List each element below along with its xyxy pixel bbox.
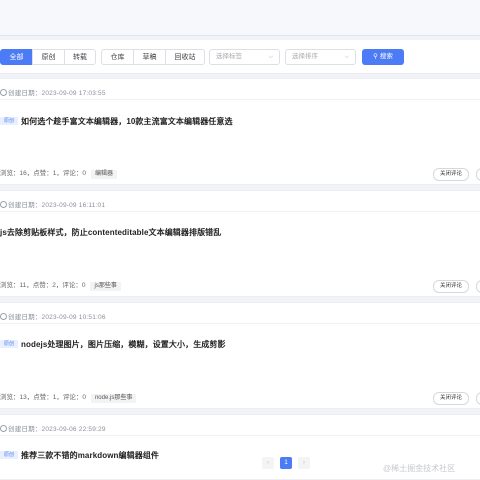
- divider: [0, 99, 480, 100]
- clock-icon: [0, 201, 7, 208]
- search-button-label: 搜索: [379, 53, 393, 60]
- date-label: 创建日期：: [8, 90, 42, 97]
- search-icon: ⚲: [373, 53, 378, 60]
- chevron-down-icon: ⌵: [268, 54, 273, 60]
- clock-icon: [0, 425, 7, 432]
- tab-drafts[interactable]: 草稿: [133, 49, 166, 65]
- stats-text: 浏览：16，点赞：1，评论：0: [0, 170, 86, 177]
- clock-icon: [0, 89, 7, 96]
- article-stats: 浏览：16，点赞：1，评论：0 编辑器: [0, 168, 117, 180]
- created-date: 创建日期：2023-09-09 16:11:01: [0, 199, 105, 209]
- article-tag[interactable]: 编辑器: [90, 170, 117, 179]
- chevron-down-icon: ⌵: [344, 54, 349, 60]
- page-1-button[interactable]: 1: [280, 457, 292, 469]
- date-label: 创建日期：: [8, 426, 42, 433]
- article-tag[interactable]: js那些事: [90, 282, 121, 291]
- sort-select-placeholder: 选择排序: [292, 53, 318, 60]
- tag-select[interactable]: 选择标签 ⌵: [209, 49, 280, 65]
- divider: [0, 435, 480, 436]
- prev-page-button[interactable]: ‹: [262, 457, 274, 469]
- created-date: 创建日期：2023-09-09 17:03:55: [0, 87, 106, 97]
- date-label: 创建日期：: [8, 202, 42, 209]
- article-title[interactable]: 推荐三款不错的markdown编辑器组件: [21, 451, 159, 460]
- tab-recycle-bin[interactable]: 回收站: [165, 49, 205, 65]
- date-label: 创建日期：: [8, 314, 42, 321]
- close-comment-button[interactable]: 关闭评论: [433, 280, 469, 293]
- original-badge: 原创: [0, 340, 19, 348]
- date-value: 2023-09-09 10:51:06: [41, 314, 106, 321]
- stats-text: 浏览：11，点赞：2，评论：0: [0, 282, 86, 289]
- article-card: 创建日期：2023-09-09 10:51:06 原创 nodejs处理图片，图片…: [0, 302, 480, 409]
- created-date: 创建日期：2023-09-06 22:59:29: [0, 423, 106, 433]
- date-value: 2023-09-06 22:59:29: [41, 426, 106, 433]
- article-title[interactable]: nodejs处理图片，图片压缩，模糊，设置大小，生成剪影: [21, 340, 226, 349]
- article-title-row[interactable]: 原创 nodejs处理图片，图片压缩，模糊，设置大小，生成剪影: [0, 334, 226, 349]
- article-title-row[interactable]: 原创 推荐三款不错的markdown编辑器组件: [0, 445, 159, 460]
- date-value: 2023-09-09 16:11:01: [41, 202, 106, 209]
- original-badge: 原创: [0, 117, 19, 125]
- tab-all[interactable]: 全部: [0, 49, 33, 65]
- top-panel: [0, 0, 480, 36]
- created-date: 创建日期：2023-09-09 10:51:06: [0, 311, 106, 321]
- filter-toolbar: 全部 原创 转载 仓库 草稿 回收站 选择标签 ⌵ 选择排序 ⌵ ⚲ 搜索: [0, 40, 480, 74]
- sort-select[interactable]: 选择排序 ⌵: [285, 49, 356, 65]
- tab-repository[interactable]: 仓库: [101, 49, 134, 65]
- article-title[interactable]: 如何选个趁手富文本编辑器，10款主流富文本编辑器任意选: [21, 117, 233, 126]
- divider: [0, 211, 480, 212]
- next-page-button[interactable]: ›: [298, 457, 310, 469]
- article-tag[interactable]: node.js那些事: [90, 394, 137, 403]
- close-comment-button[interactable]: 关闭评论: [433, 392, 469, 405]
- original-badge: 原创: [0, 451, 19, 459]
- article-title-row[interactable]: 原创 如何选个趁手富文本编辑器，10款主流富文本编辑器任意选: [0, 111, 233, 126]
- article-card: 创建日期：2023-09-09 16:11:01 js去除剪贴板样式，防止con…: [0, 190, 480, 297]
- more-button[interactable]: [476, 168, 480, 181]
- article-stats: 浏览：11，点赞：2，评论：0 js那些事: [0, 280, 121, 292]
- article-title-row[interactable]: js去除剪贴板样式，防止contenteditable文本编辑器排版错乱: [0, 222, 221, 237]
- article-card: 创建日期：2023-09-09 17:03:55 原创 如何选个趁手富文本编辑器，…: [0, 78, 480, 185]
- tab-original[interactable]: 原创: [32, 49, 65, 65]
- divider: [0, 323, 480, 324]
- clock-icon: [0, 313, 7, 320]
- watermark: @稀土掘金技术社区: [383, 464, 456, 473]
- article-stats: 浏览：13，点赞：1，评论：0 node.js那些事: [0, 392, 137, 404]
- tab-repost[interactable]: 转载: [64, 49, 96, 65]
- stats-text: 浏览：13，点赞：1，评论：0: [0, 394, 86, 401]
- date-value: 2023-09-09 17:03:55: [41, 90, 106, 97]
- close-comment-button[interactable]: 关闭评论: [433, 168, 469, 181]
- more-button[interactable]: [476, 280, 480, 293]
- search-button[interactable]: ⚲ 搜索: [362, 49, 404, 65]
- more-button[interactable]: [476, 392, 480, 405]
- article-title[interactable]: js去除剪贴板样式，防止contenteditable文本编辑器排版错乱: [0, 228, 221, 237]
- tag-select-placeholder: 选择标签: [216, 53, 242, 60]
